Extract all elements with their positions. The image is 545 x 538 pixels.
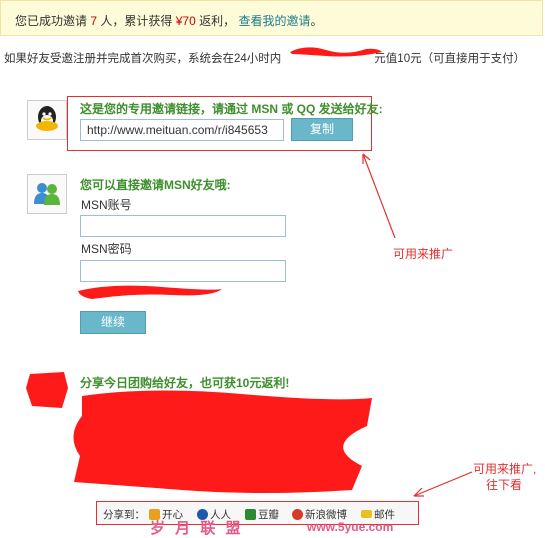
invite-count: 7 <box>90 14 98 28</box>
invite-link-input[interactable] <box>80 119 284 141</box>
rebate-info-right: 元值10元（可直接用于支付） <box>374 53 526 65</box>
copy-button[interactable]: 复制 <box>291 118 353 141</box>
msn-password-input[interactable] <box>80 260 286 282</box>
annotation-promote-2-line2: 往下看 <box>486 478 523 492</box>
rebate-info-text: 如果好友受邀注册并完成首次购买，系统会在24小时内 元值10元（可直接用于支付） <box>4 50 525 66</box>
msn-invite-title: 您可以直接邀请MSN好友哦: <box>80 178 231 192</box>
invite-summary-text: 您已成功邀请 7 人，累计获得 ¥70 返利， 查看我的邀请。 <box>15 12 323 29</box>
banner-end: 。 <box>310 14 323 28</box>
qq-icon <box>27 100 67 140</box>
banner-prefix: 您已成功邀请 <box>15 14 88 28</box>
watermark-url: www.5yue.com <box>307 520 394 534</box>
invite-summary-banner: 您已成功邀请 7 人，累计获得 ¥70 返利， 查看我的邀请。 <box>0 0 543 36</box>
watermark-text: 岁 月 联 盟 <box>150 520 244 537</box>
msn-account-input[interactable] <box>80 215 286 237</box>
msn-account-label: MSN账号 <box>81 198 132 212</box>
continue-button[interactable]: 继续 <box>80 311 146 334</box>
annotation-promote: 可用来推广 <box>393 247 454 261</box>
view-my-invites-link[interactable]: 查看我的邀请 <box>238 14 310 28</box>
douban-icon <box>245 509 256 520</box>
redaction-scribble <box>73 390 372 493</box>
annotation-promote-2-line1: 可用来推广, <box>473 462 537 476</box>
banner-mid: 人，累计获得 <box>100 14 173 28</box>
email-icon <box>361 510 372 518</box>
weibo-icon <box>292 509 303 520</box>
rebate-info-left: 如果好友受邀注册并完成首次购买，系统会在24小时内 <box>4 53 282 65</box>
invite-link-title: 这是您的专用邀请链接，请通过 MSN 或 QQ 发送给好友: <box>80 102 383 116</box>
banner-suffix: 返利， <box>199 14 236 28</box>
reward-amount: ¥70 <box>175 14 196 28</box>
redaction-scribble <box>78 285 222 299</box>
annotation-arrow <box>362 153 396 239</box>
msn-password-label: MSN密码 <box>81 242 132 256</box>
share-bar-label: 分享到： <box>103 509 145 521</box>
redaction-scribble <box>290 47 382 57</box>
share-douban-button[interactable]: 豆瓣 <box>245 507 279 522</box>
msn-icon <box>27 174 67 214</box>
annotation-arrow <box>413 471 473 497</box>
